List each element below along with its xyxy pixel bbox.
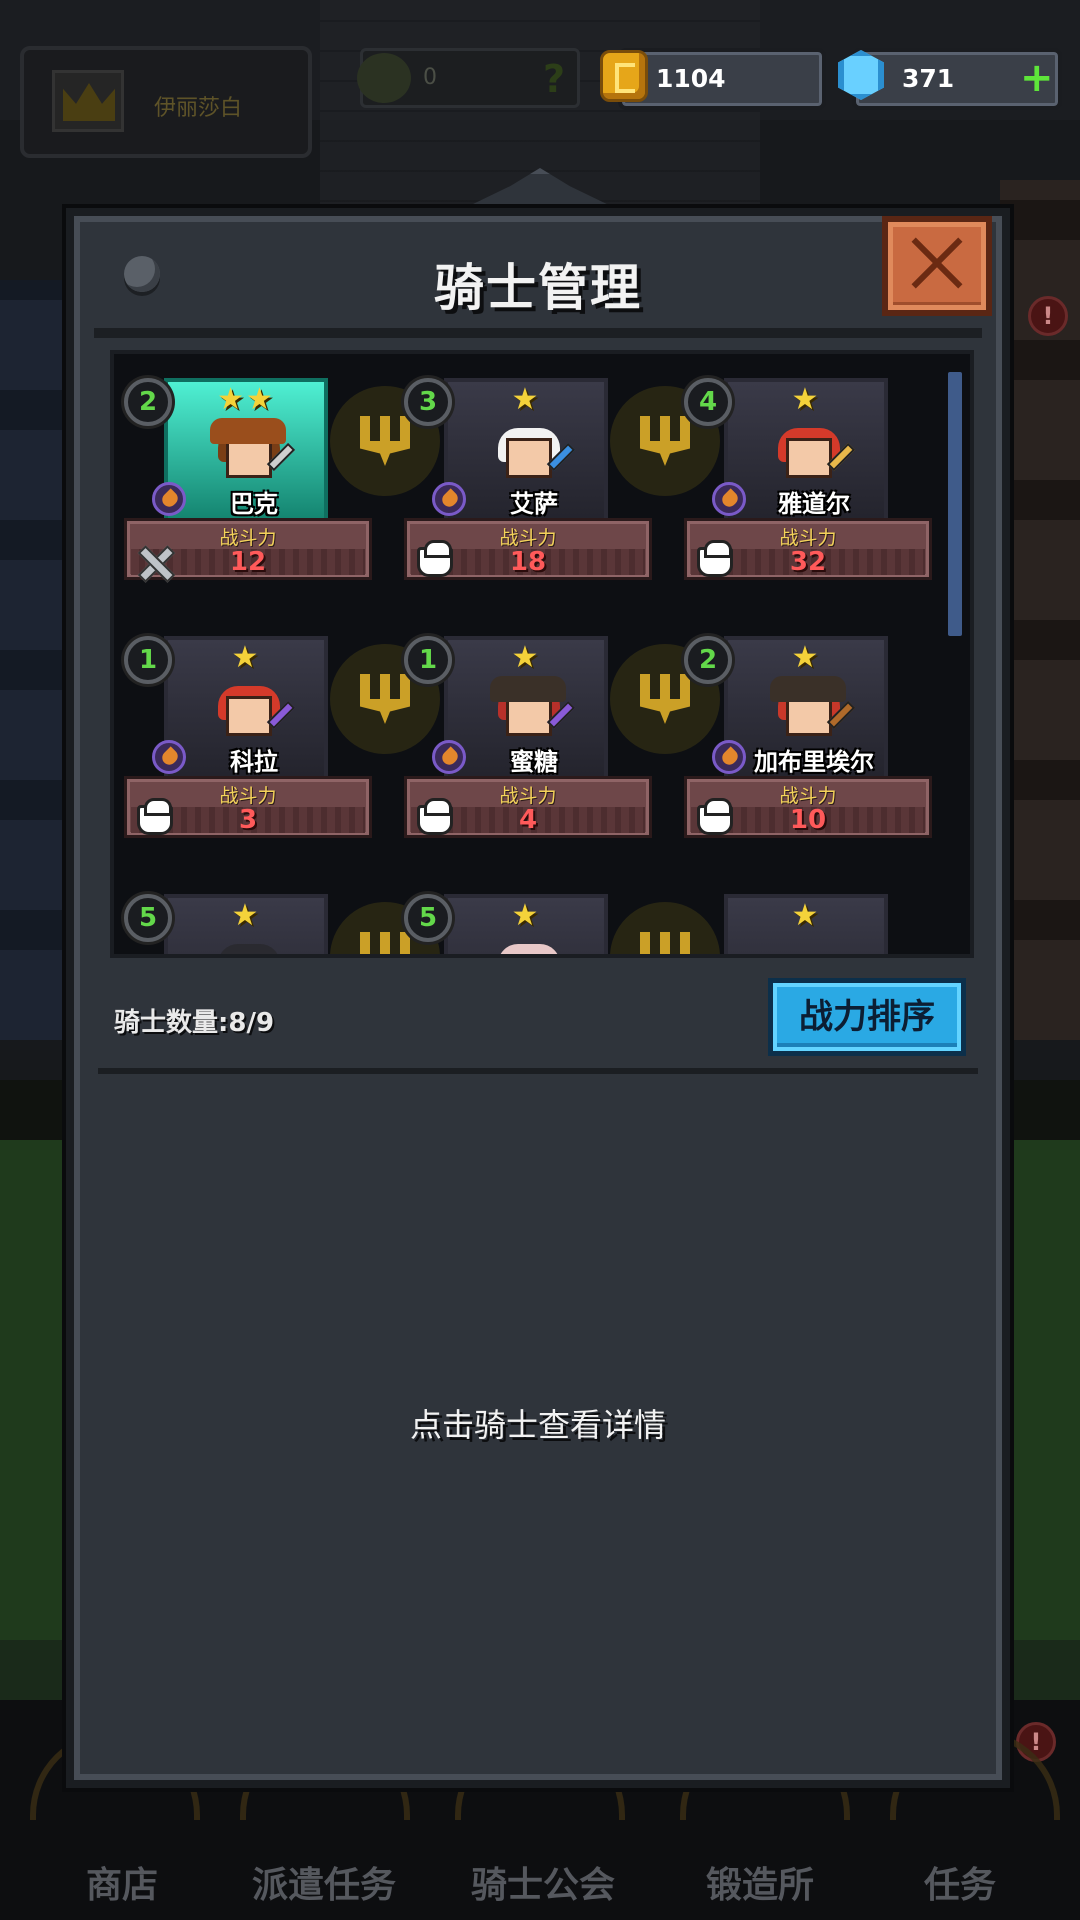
knight-card[interactable]: 4 ★ 雅道尔 战斗力 32 (684, 378, 932, 582)
power-plate: 战斗力 4 (404, 776, 652, 838)
star-rating: ★★ (217, 382, 275, 417)
star-rating: ★ (791, 382, 821, 417)
nav-forge[interactable]: 锻造所 (660, 1856, 860, 1908)
knight-list[interactable]: 2 ★★ 巴克 战斗力 12 3 ★ 艾萨 战斗力 18 4 ★ 雅道尔 战斗力 32 1 ★ 科拉 战斗力 3 1 ★ 蜜… (110, 350, 974, 958)
crown-icon (52, 70, 124, 132)
gold-value: 1104 (656, 64, 726, 93)
chef-icon (417, 540, 453, 577)
knight-card[interactable]: 1 ★ 科拉 战斗力 3 (124, 636, 372, 840)
knight-sprite (496, 418, 576, 490)
title-divider (94, 328, 982, 338)
nav-dispatch[interactable]: 派遣任务 (224, 1856, 424, 1908)
power-display[interactable]: 0 ? (357, 48, 580, 108)
power-plate: 战斗力 32 (684, 518, 932, 580)
player-profile[interactable]: 伊丽莎白 (20, 46, 312, 158)
power-plate: 战斗力 12 (124, 518, 372, 580)
player-name: 伊丽莎白 (154, 96, 243, 121)
knight-name: 艾萨 (510, 490, 558, 518)
star-rating: ★ (231, 640, 261, 675)
close-button[interactable] (882, 216, 992, 316)
detail-hint: 点击骑士查看详情 (409, 1406, 666, 1444)
emblem-icon (357, 53, 411, 103)
knight-card[interactable]: ★ (684, 894, 932, 954)
knight-name: 巴克 (230, 490, 278, 518)
star-rating: ★ (511, 382, 541, 417)
knight-management-modal: 骑士管理 2 ★★ 巴克 战斗力 12 3 ★ 艾萨 战斗力 18 4 ★ 雅道尔 战斗力 32 1 ★ 科拉 战斗… (66, 208, 1010, 1788)
gold-counter: 1104 (618, 48, 826, 110)
knight-sprite (490, 676, 576, 748)
knight-sprite (216, 934, 280, 954)
nav-guild[interactable]: 骑士公会 (443, 1856, 643, 1908)
power-plate: 战斗力 10 (684, 776, 932, 838)
chef-icon (697, 798, 733, 835)
star-rating: ★ (791, 640, 821, 675)
scrollbar[interactable] (948, 372, 962, 636)
chef-icon (697, 540, 733, 577)
power-plate: 战斗力 18 (404, 518, 652, 580)
modal-title: 骑士管理 (434, 259, 642, 317)
chef-icon (137, 798, 173, 835)
star-rating: ★ (791, 898, 821, 933)
knight-name: 科拉 (230, 748, 278, 776)
sort-by-power-button[interactable]: 战力排序 (768, 978, 966, 1056)
star-rating: ★ (511, 640, 541, 675)
knight-count: 骑士数量:8/9 (114, 1008, 275, 1038)
knight-name: 加布里埃尔 (754, 748, 874, 776)
knight-card[interactable]: 1 ★ 蜜糖 战斗力 4 (404, 636, 652, 840)
knight-sprite (770, 676, 856, 748)
star-rating: ★ (511, 898, 541, 933)
close-icon (910, 236, 964, 290)
nav-quests[interactable]: 任务 (860, 1856, 1060, 1908)
help-icon[interactable]: ? (543, 57, 565, 101)
knight-sprite (776, 418, 856, 490)
power-plate: 战斗力 3 (124, 776, 372, 838)
knight-sprite (216, 676, 296, 748)
bottom-nav: 商店 派遣任务 骑士公会 锻造所 任务 (0, 1730, 1080, 1906)
power-label: 战斗力 (219, 527, 277, 549)
knight-card[interactable]: 3 ★ 艾萨 战斗力 18 (404, 378, 652, 582)
knight-card[interactable]: 2 ★★ 巴克 战斗力 12 (124, 378, 372, 582)
knight-sprite (496, 934, 560, 954)
chef-icon (417, 798, 453, 835)
power-value: 0 (423, 65, 437, 90)
gem-value: 371 (902, 64, 955, 93)
add-gems-button[interactable]: + (1020, 58, 1054, 98)
alert-icon: ! (1028, 296, 1068, 336)
coin-icon (600, 50, 648, 102)
knight-sprite (210, 418, 296, 490)
nav-shop[interactable]: 商店 (22, 1856, 222, 1908)
knight-name: 雅道尔 (778, 490, 850, 518)
section-divider (98, 1068, 978, 1074)
knight-name: 蜜糖 (510, 748, 558, 776)
warrior-icon (137, 547, 173, 577)
star-rating: ★ (231, 898, 261, 933)
knight-card[interactable]: 2 ★ 加布里埃尔 战斗力 10 (684, 636, 932, 840)
